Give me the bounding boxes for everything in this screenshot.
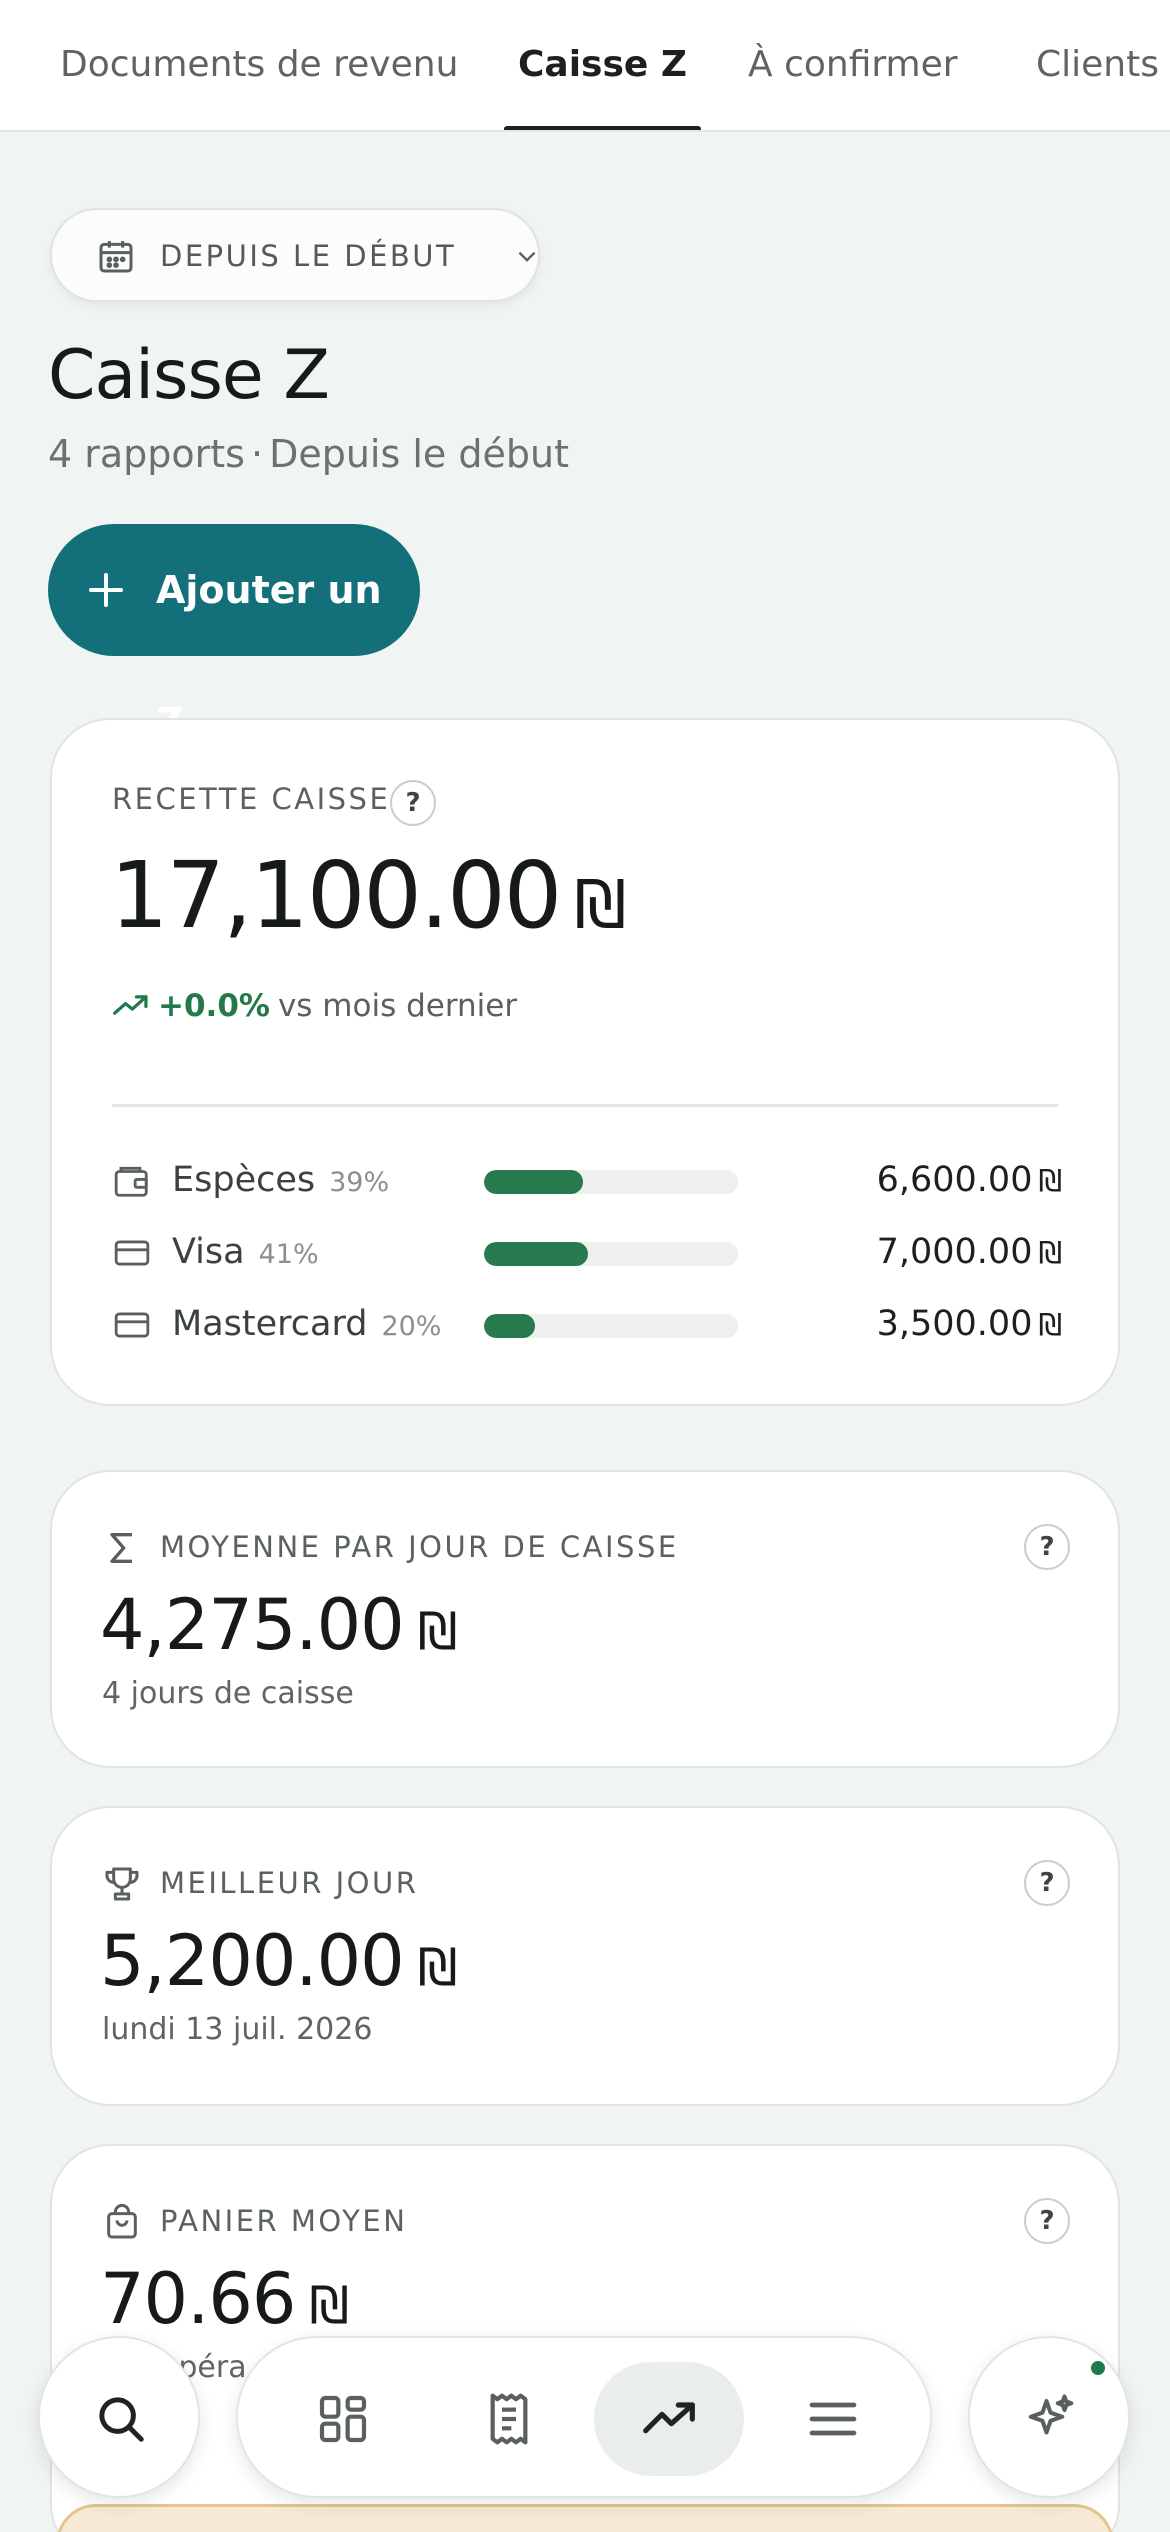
tab-caisse-z[interactable]: Caisse Z xyxy=(504,0,701,130)
revenue-amount: 17,100.00 ₪ xyxy=(110,842,626,949)
best-day-date: lundi 13 juil. 2026 xyxy=(102,2012,373,2047)
revenue-label: RECETTE CAISSE xyxy=(112,782,391,816)
basket-label: PANIER MOYEN xyxy=(160,2204,408,2238)
page-subtitle: 4 rapports · Depuis le début xyxy=(48,432,569,476)
tab-a-confirmer[interactable]: À confirmer xyxy=(748,0,958,130)
payment-name: Mastercard 20% xyxy=(172,1304,442,1344)
payment-amount: 3,500.00 ₪ xyxy=(876,1304,1062,1344)
tab-clients[interactable]: Clients xyxy=(1036,0,1159,130)
average-help-button[interactable]: ? xyxy=(1024,1524,1070,1570)
reports-count: 4 rapports xyxy=(48,432,245,476)
subtitle-separator: · xyxy=(250,432,264,476)
average-label: MOYENNE PAR JOUR DE CAISSE xyxy=(160,1530,679,1564)
best-day-label: MEILLEUR JOUR xyxy=(160,1866,419,1900)
basket-help-button[interactable]: ? xyxy=(1024,2198,1070,2244)
payment-share-bar xyxy=(484,1242,738,1266)
date-range-label: DEPUIS LE DÉBUT xyxy=(160,239,457,273)
payment-share-fill xyxy=(484,1242,589,1266)
revenue-help-button[interactable]: ? xyxy=(390,780,436,826)
nav-trends[interactable] xyxy=(594,2362,744,2476)
average-amount: 4,275.00 ₪ xyxy=(100,1584,457,1666)
trophy-icon xyxy=(105,1867,139,1901)
payment-row-visa: Visa 41% 7,000.00 ₪ xyxy=(112,1228,1062,1278)
receipt-icon xyxy=(490,2393,528,2445)
add-z-label: Ajouter un Z xyxy=(156,568,382,744)
nav-receipts[interactable] xyxy=(434,2362,584,2476)
credit-card-icon xyxy=(114,1312,150,1338)
shopping-bag-icon xyxy=(107,2203,137,2239)
app-screen: Documents de revenu Caisse Z À confirmer… xyxy=(0,0,1170,2532)
assistant-button[interactable] xyxy=(968,2336,1130,2498)
credit-card-icon xyxy=(114,1240,150,1266)
payment-share-bar xyxy=(484,1314,738,1338)
add-z-button[interactable]: Ajouter un Z xyxy=(48,524,420,744)
best-day-amount: 5,200.00 ₪ xyxy=(100,1920,457,2002)
search-icon xyxy=(99,2397,144,2442)
average-per-day-card: MOYENNE PAR JOUR DE CAISSE ? 4,275.00 ₪ 4… xyxy=(50,1470,1120,1768)
basket-amount: 70.66 ₪ xyxy=(100,2258,349,2340)
trend-comparison: vs mois dernier xyxy=(277,988,518,1024)
payment-name: Visa 41% xyxy=(172,1232,319,1272)
sparkles-icon xyxy=(1028,2394,1074,2435)
page-title: Caisse Z xyxy=(48,336,330,415)
dashboard-icon xyxy=(319,2395,367,2443)
sigma-icon xyxy=(110,1533,132,1563)
payment-row-especes: Espèces 39% 6,600.00 ₪ xyxy=(112,1156,1062,1206)
chevron-down-icon xyxy=(518,251,536,262)
search-button[interactable] xyxy=(38,2336,200,2498)
trending-up-icon xyxy=(643,2402,695,2434)
payment-name: Espèces 39% xyxy=(172,1160,390,1200)
menu-icon xyxy=(809,2402,857,2436)
payment-share-fill xyxy=(484,1314,535,1338)
divider xyxy=(112,1104,1058,1107)
top-tabs: Documents de revenu Caisse Z À confirmer… xyxy=(0,0,1170,132)
revenue-amount-value: 17,100.00 xyxy=(110,842,562,949)
revenue-card: RECETTE CAISSE ? 17,100.00 ₪ +0.0% vs mois… xyxy=(50,718,1120,1406)
payment-share-bar xyxy=(484,1170,738,1194)
payment-amount: 6,600.00 ₪ xyxy=(876,1160,1062,1200)
notification-dot xyxy=(1088,2358,1108,2378)
payment-row-mastercard: Mastercard 20% 3,500.00 ₪ xyxy=(112,1300,1062,1350)
tab-documents-de-revenu[interactable]: Documents de revenu xyxy=(60,0,458,130)
nav-menu[interactable] xyxy=(758,2362,908,2476)
nav-dashboard[interactable] xyxy=(268,2362,418,2476)
calendar-icon xyxy=(99,241,133,273)
plus-icon xyxy=(89,573,123,607)
bottom-nav xyxy=(236,2336,932,2498)
period-label: Depuis le début xyxy=(269,432,569,476)
trend-percent: +0.0% xyxy=(158,988,270,1024)
wallet-icon xyxy=(114,1166,148,1197)
payment-share-fill xyxy=(484,1170,584,1194)
payment-amount: 7,000.00 ₪ xyxy=(876,1232,1062,1272)
next-card-peek xyxy=(56,2504,1114,2532)
best-day-help-button[interactable]: ? xyxy=(1024,1860,1070,1906)
trending-up-icon xyxy=(113,995,148,1015)
average-caption: 4 jours de caisse xyxy=(102,1676,354,1711)
best-day-card: MEILLEUR JOUR ? 5,200.00 ₪ lundi 13 juil.… xyxy=(50,1806,1120,2106)
currency-symbol: ₪ xyxy=(574,866,626,943)
revenue-trend: +0.0% vs mois dernier xyxy=(112,988,517,1024)
date-range-filter[interactable]: DEPUIS LE DÉBUT xyxy=(50,208,540,302)
